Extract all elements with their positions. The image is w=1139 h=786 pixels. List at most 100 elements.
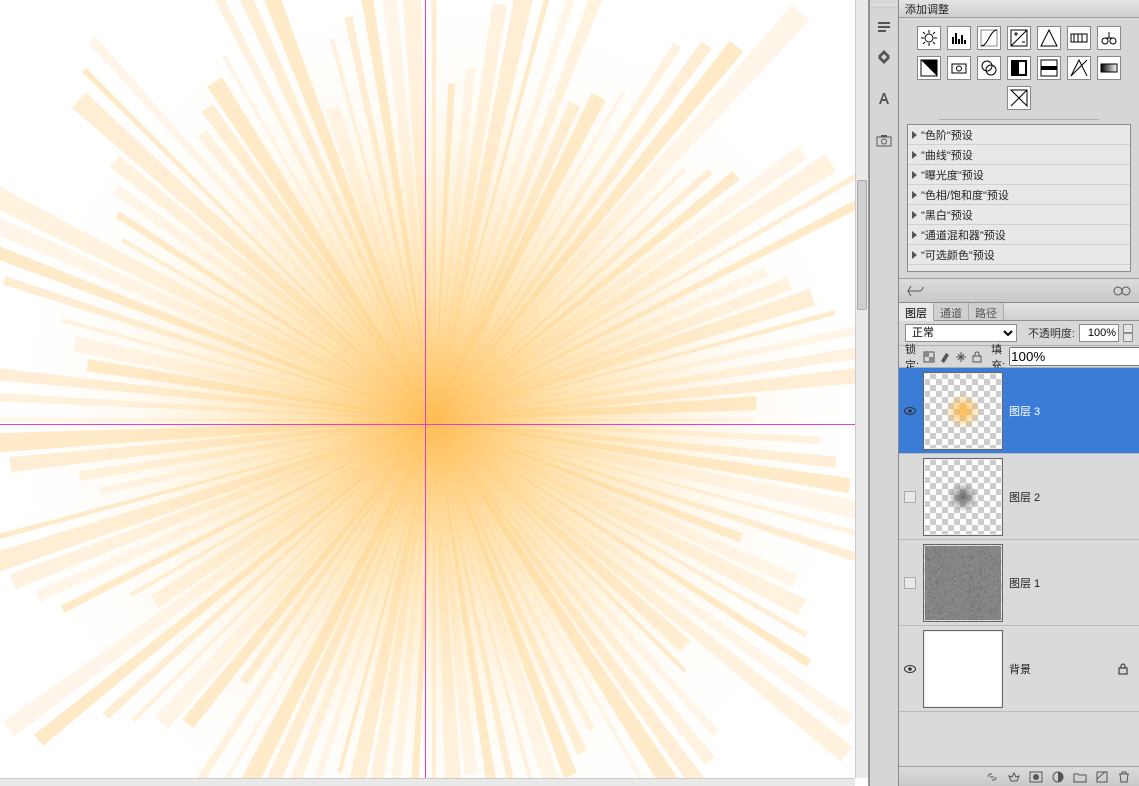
dock-grip[interactable] — [870, 4, 898, 8]
opacity-label: 不透明度: — [1028, 325, 1075, 341]
curves-icon[interactable] — [977, 26, 1001, 50]
gradient-map-icon[interactable] — [1097, 56, 1121, 80]
character-icon[interactable] — [873, 88, 895, 110]
delete-layer-icon[interactable] — [1117, 771, 1131, 783]
scrollbar-horizontal[interactable] — [0, 778, 855, 786]
preset-item[interactable]: "色阶"预设 — [908, 125, 1130, 145]
preset-item[interactable]: "黑白"预设 — [908, 205, 1130, 225]
invert-icon[interactable] — [1007, 56, 1031, 80]
navigator-icon[interactable] — [873, 46, 895, 68]
preset-item[interactable]: "曲线"预设 — [908, 145, 1130, 165]
preset-label: "可选颜色"预设 — [921, 247, 995, 263]
layer-row[interactable]: 图层 3 — [899, 368, 1139, 454]
opacity-input[interactable] — [1079, 324, 1119, 342]
scrollbar-vertical[interactable] — [855, 0, 868, 778]
photo-filter-icon[interactable] — [947, 56, 971, 80]
disclosure-triangle-icon — [912, 171, 917, 179]
adjustments-footer — [899, 278, 1139, 302]
disclosure-triangle-icon — [912, 191, 917, 199]
divider — [939, 119, 1099, 120]
layer-name: 背景 — [1009, 661, 1031, 677]
visibility-eye-empty[interactable] — [904, 577, 916, 589]
brightness-contrast-icon[interactable] — [917, 26, 941, 50]
layer-name: 图层 3 — [1009, 403, 1040, 419]
layer-list[interactable]: 图层 3 图层 2 图层 1 背景 — [899, 368, 1139, 766]
snapshot-icon[interactable] — [873, 130, 895, 152]
tab-paths[interactable]: 路径 — [969, 303, 1004, 320]
disclosure-triangle-icon — [912, 131, 917, 139]
layers-tabs: 图层 通道 路径 — [899, 303, 1139, 321]
exposure-icon[interactable] — [1007, 26, 1031, 50]
adjustment-layer-icon[interactable] — [1051, 771, 1065, 783]
group-icon[interactable] — [1073, 771, 1087, 783]
layer-name: 图层 2 — [1009, 489, 1040, 505]
link-layers-icon[interactable] — [985, 771, 999, 783]
preset-label: "色相/饱和度"预设 — [921, 187, 1009, 203]
disclosure-triangle-icon — [912, 151, 917, 159]
vibrance-icon[interactable] — [1037, 26, 1061, 50]
layers-footer — [899, 766, 1139, 786]
visibility-eye-empty[interactable] — [904, 491, 916, 503]
adjustments-title: 添加调整 — [905, 1, 949, 17]
lock-row: 锁定: 填充: — [899, 346, 1139, 368]
app-root: 添加调整 — [0, 0, 1139, 786]
visibility-eye-icon[interactable] — [904, 663, 916, 675]
visibility-column — [899, 577, 921, 589]
return-to-list-icon[interactable] — [907, 284, 925, 298]
disclosure-triangle-icon — [912, 211, 917, 219]
lock-position-icon[interactable] — [955, 350, 967, 364]
layer-style-icon[interactable] — [1007, 771, 1021, 783]
layer-row[interactable]: 图层 2 — [899, 454, 1139, 540]
layers-panel: 图层 通道 路径 正常 不透明度: 锁定: 填充: — [899, 303, 1139, 786]
lock-transparency-icon[interactable] — [923, 350, 935, 364]
history-icon[interactable] — [873, 16, 895, 38]
clip-to-layer-icon[interactable] — [1113, 284, 1131, 298]
document-canvas[interactable] — [0, 0, 868, 786]
levels-icon[interactable] — [947, 26, 971, 50]
layer-options-row: 正常 不透明度: — [899, 321, 1139, 346]
new-layer-icon[interactable] — [1095, 771, 1109, 783]
hue-sat-icon[interactable] — [1067, 26, 1091, 50]
preset-label: "曝光度"预设 — [921, 167, 984, 183]
blend-mode-select[interactable]: 正常 — [905, 324, 1017, 342]
black-white-icon[interactable] — [917, 56, 941, 80]
fill-input[interactable] — [1009, 347, 1139, 366]
preset-item[interactable]: "可选颜色"预设 — [908, 245, 1130, 265]
layer-row[interactable]: 图层 1 — [899, 540, 1139, 626]
color-balance-icon[interactable] — [1097, 26, 1121, 50]
panels-column: 添加调整 — [899, 0, 1139, 786]
artwork-sunburst — [0, 0, 868, 786]
scrollbar-thumb[interactable] — [857, 180, 867, 310]
layer-row[interactable]: 背景 — [899, 626, 1139, 712]
threshold-icon[interactable] — [1067, 56, 1091, 80]
tab-layers[interactable]: 图层 — [899, 303, 934, 321]
preset-item[interactable]: "色相/饱和度"预设 — [908, 185, 1130, 205]
layer-mask-icon[interactable] — [1029, 771, 1043, 783]
preset-list[interactable]: "色阶"预设 "曲线"预设 "曝光度"预设 "色相/饱和度"预设 "黑白"预设 "通道混和… — [907, 124, 1131, 272]
lock-pixels-icon[interactable] — [939, 350, 951, 364]
posterize-icon[interactable] — [1037, 56, 1061, 80]
opacity-spinner[interactable] — [1123, 324, 1133, 342]
guide-horizontal[interactable] — [0, 424, 868, 425]
disclosure-triangle-icon — [912, 251, 917, 259]
channel-mixer-icon[interactable] — [977, 56, 1001, 80]
panel-dock — [869, 0, 899, 786]
preset-item[interactable]: "通道混和器"预设 — [908, 225, 1130, 245]
disclosure-triangle-icon — [912, 231, 917, 239]
selective-color-icon[interactable] — [1007, 86, 1031, 110]
preset-label: "曲线"预设 — [921, 147, 973, 163]
adjustments-panel: 添加调整 — [899, 0, 1139, 303]
adjustments-icon-grid — [899, 18, 1139, 116]
visibility-column — [899, 491, 921, 503]
layer-name: 图层 1 — [1009, 575, 1040, 591]
visibility-eye-icon[interactable] — [904, 405, 916, 417]
preset-label: "通道混和器"预设 — [921, 227, 1006, 243]
guide-vertical[interactable] — [425, 0, 426, 786]
tab-channels[interactable]: 通道 — [934, 303, 969, 320]
lock-all-icon[interactable] — [971, 350, 983, 364]
canvas-area[interactable] — [0, 0, 869, 786]
preset-item[interactable]: "曝光度"预设 — [908, 165, 1130, 185]
visibility-column — [899, 405, 921, 417]
preset-label: "黑白"预设 — [921, 207, 973, 223]
adjustments-header: 添加调整 — [899, 0, 1139, 18]
